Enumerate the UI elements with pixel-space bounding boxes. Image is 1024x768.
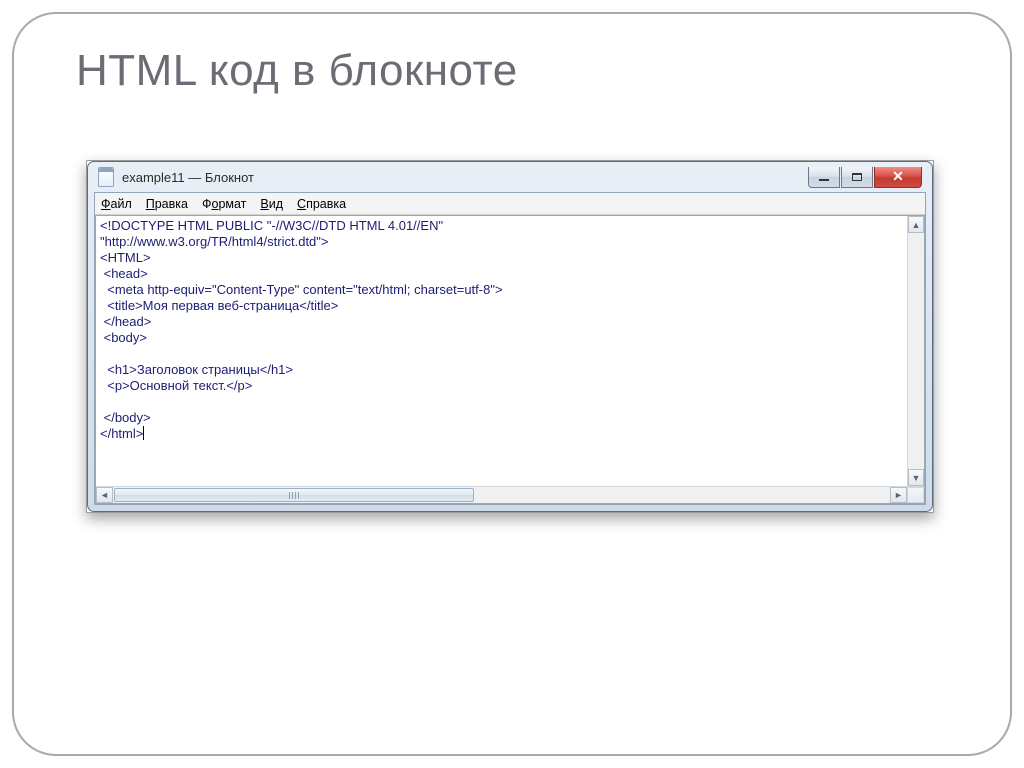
minimize-icon (819, 179, 829, 181)
text-editor[interactable]: <!DOCTYPE HTML PUBLIC "-//W3C//DTD HTML … (96, 216, 924, 486)
vertical-scrollbar[interactable]: ▲ ▼ (907, 216, 924, 486)
client-area: Файл Правка Формат Вид Справка <!DOCTYPE… (94, 192, 926, 505)
notepad-window: example11 — Блокнот ✕ Файл Правка Формат… (87, 161, 933, 512)
scroll-right-button[interactable]: ► (890, 487, 907, 503)
text-cursor (143, 426, 144, 440)
scroll-thumb[interactable] (114, 488, 474, 502)
menu-view[interactable]: Вид (260, 197, 283, 211)
page-title: HTML код в блокноте (76, 46, 518, 96)
window-title: example11 — Блокнот (122, 170, 808, 185)
menu-help[interactable]: Справка (297, 197, 346, 211)
horizontal-scrollbar[interactable]: ◄ ► (96, 486, 924, 503)
titlebar[interactable]: example11 — Блокнот ✕ (94, 162, 926, 192)
editor-shell: <!DOCTYPE HTML PUBLIC "-//W3C//DTD HTML … (95, 215, 925, 504)
minimize-button[interactable] (808, 167, 840, 188)
scroll-down-button[interactable]: ▼ (908, 469, 924, 486)
notepad-icon (98, 167, 114, 187)
menu-format[interactable]: Формат (202, 197, 246, 211)
scroll-up-button[interactable]: ▲ (908, 216, 924, 233)
menu-file[interactable]: Файл (101, 197, 132, 211)
window-controls: ✕ (808, 167, 922, 188)
scroll-left-button[interactable]: ◄ (96, 487, 113, 503)
resize-grip[interactable] (907, 487, 924, 503)
menubar: Файл Правка Формат Вид Справка (95, 193, 925, 215)
maximize-button[interactable] (841, 167, 873, 188)
menu-edit[interactable]: Правка (146, 197, 188, 211)
close-icon: ✕ (892, 168, 904, 185)
window-shadow: example11 — Блокнот ✕ Файл Правка Формат… (86, 160, 934, 513)
close-button[interactable]: ✕ (874, 167, 922, 188)
maximize-icon (852, 173, 862, 181)
